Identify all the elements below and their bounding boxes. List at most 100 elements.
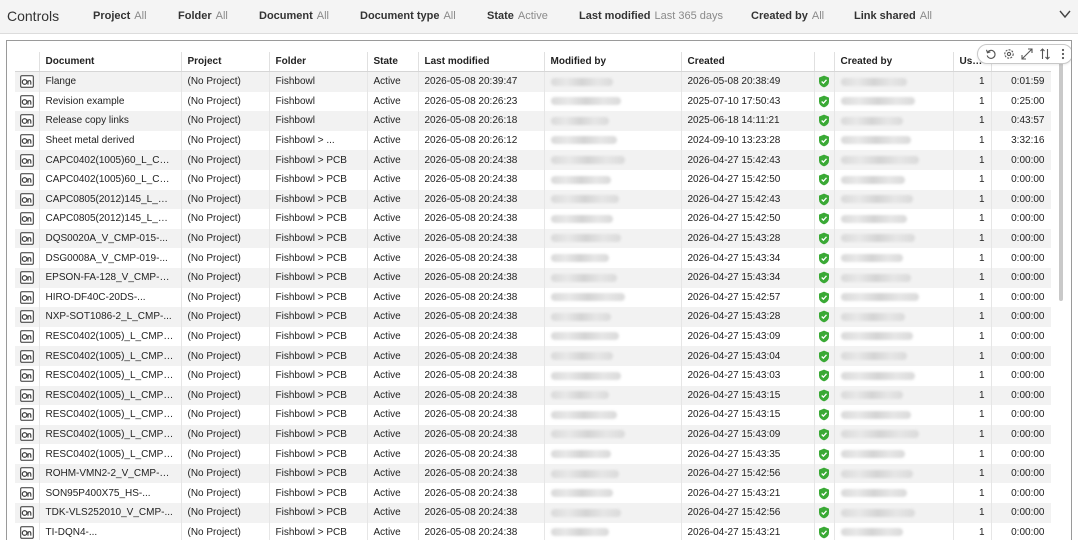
onshape-document-icon [19,212,34,226]
cell-document[interactable]: ROHM-VMN2-2_V_CMP-00... [39,463,182,484]
cell-last-modified: 2026-05-08 20:24:38 [418,522,545,540]
reset-icon[interactable] [984,47,998,61]
cell-modified-by [544,71,682,92]
cell-document[interactable]: NXP-SOT1086-2_L_CMP-... [39,307,182,327]
cell-modified-by [544,169,682,190]
filter-document[interactable]: Document All [259,10,329,22]
table-row[interactable]: RESC0402(1005)_L_CMP-... (No Project) Fish… [15,346,1051,366]
chevron-down-icon[interactable] [1058,7,1072,21]
table-row[interactable]: EPSON-FA-128_V_CMP-00... (No Project) Fish… [15,267,1051,288]
table-row[interactable]: Release copy links (No Project) Fishbowl Ac… [15,111,1051,131]
cell-project: (No Project) [181,248,270,268]
cell-document[interactable]: SON95P400X75_HS-... [39,483,182,504]
table-row[interactable]: ROHM-VMN2-2_V_CMP-00... (No Project) Fishb… [15,463,1051,484]
table-row[interactable]: Flange (No Project) Fishbowl Active 2026-05-… [15,71,1051,92]
col-header-state[interactable]: State [367,52,419,72]
sort-icon[interactable] [1038,47,1052,61]
cell-last-modified: 2026-05-08 20:26:18 [418,111,545,131]
cell-document[interactable]: CAPC0402(1005)60_L_CMP... [39,150,182,170]
col-header-document[interactable]: Document [39,52,182,72]
cell-document[interactable]: RESC0402(1005)_L_CMP-... [39,385,182,406]
table-row[interactable]: TI-DQN4-... (No Project) Fishbowl > PCB Act… [15,522,1051,540]
cell-document[interactable]: Sheet metal derived [39,130,182,151]
cell-document[interactable]: EPSON-FA-128_V_CMP-00... [39,267,182,288]
table-row[interactable]: RESC0402(1005)_L_CMP-... (No Project) Fish… [15,365,1051,386]
cell-last-modified: 2026-05-08 20:24:38 [418,209,545,229]
cell-folder: Fishbowl > PCB [269,267,368,288]
cell-last-modified: 2026-05-08 20:26:23 [418,91,545,112]
cell-document[interactable]: CAPC0402(1005)60_L_CMP... [39,169,182,190]
filter-last-modified[interactable]: Last modified Last 365 days [579,10,723,22]
table-row[interactable]: DSG0008A_V_CMP-019-... (No Project) Fishbo… [15,248,1051,268]
col-header-created-by[interactable]: Created by [834,52,954,72]
cell-document[interactable]: DQS0020A_V_CMP-015-... [39,228,182,249]
cell-document[interactable]: Release copy links [39,111,182,131]
table-row[interactable]: CAPC0805(2012)145_L_CM... (No Project) Fis… [15,189,1051,210]
table-row[interactable]: RESC0402(1005)_L_CMP-... (No Project) Fish… [15,444,1051,464]
cell-document[interactable]: TI-DQN4-... [39,522,182,540]
table-row[interactable]: SON95P400X75_HS-... (No Project) Fishbowl … [15,483,1051,504]
table-row[interactable]: Revision example (No Project) Fishbowl Acti… [15,91,1051,112]
table-row[interactable]: CAPC0402(1005)60_L_CMP... (No Project) Fis… [15,169,1051,190]
settings-icon[interactable] [1002,47,1016,61]
table-row[interactable]: RESC0402(1005)_L_CMP-... (No Project) Fish… [15,405,1051,425]
cell-document[interactable]: HIRO-DF40C-20DS-... [39,287,182,308]
filter-label: State [487,10,514,22]
table-row[interactable]: DQS0020A_V_CMP-015-... (No Project) Fishbo… [15,228,1051,249]
green-shield-icon [819,95,829,108]
cell-last-modified: 2026-05-08 20:24:38 [418,483,545,504]
filter-folder[interactable]: Folder All [178,10,228,22]
cell-project: (No Project) [181,522,270,540]
cell-folder: Fishbowl > PCB [269,189,368,210]
cell-document[interactable]: RESC0402(1005)_L_CMP-... [39,326,182,347]
cell-document[interactable]: DSG0008A_V_CMP-019-... [39,248,182,268]
col-header-last-modified[interactable]: Last modified [418,52,545,72]
cell-document[interactable]: RESC0402(1005)_L_CMP-... [39,365,182,386]
filter-document-type[interactable]: Document type All [360,10,456,22]
table-row[interactable]: HIRO-DF40C-20DS-... (No Project) Fishbowl … [15,287,1051,308]
cell-document[interactable]: CAPC0805(2012)145_L_CM... [39,189,182,210]
cell-document[interactable]: CAPC0805(2012)145_L_CM... [39,209,182,229]
cell-project: (No Project) [181,326,270,347]
cell-modified-by [544,287,682,308]
cell-modified-by [544,444,682,464]
cell-state: Active [367,503,419,523]
expand-icon[interactable] [1020,47,1034,61]
vertical-scrollbar[interactable] [1059,51,1063,301]
more-icon[interactable] [1056,47,1070,61]
table-row[interactable]: CAPC0805(2012)145_L_CM... (No Project) Fis… [15,209,1051,229]
col-header-modified-by[interactable]: Modified by [544,52,682,72]
col-header-folder[interactable]: Folder [269,52,368,72]
table-row[interactable]: RESC0402(1005)_L_CMP-... (No Project) Fish… [15,326,1051,347]
filter-link-shared[interactable]: Link shared All [854,10,932,22]
cell-use: 1 [953,365,992,386]
green-shield-icon [819,271,829,284]
filter-project[interactable]: Project All [93,10,147,22]
document-icon-cell [15,130,40,151]
table-row[interactable]: CAPC0402(1005)60_L_CMP... (No Project) Fis… [15,150,1051,170]
table-row[interactable]: TDK-VLS252010_V_CMP-... (No Project) Fishb… [15,503,1051,523]
cell-last-modified: 2026-05-08 20:39:47 [418,71,545,92]
redacted-user [840,195,913,204]
cell-document[interactable]: TDK-VLS252010_V_CMP-... [39,503,182,523]
table-row[interactable]: RESC0402(1005)_L_CMP-... (No Project) Fish… [15,424,1051,445]
cell-document[interactable]: RESC0402(1005)_L_CMP-... [39,405,182,425]
cell-document[interactable]: RESC0402(1005)_L_CMP-... [39,424,182,445]
onshape-document-icon [19,232,34,245]
cell-folder: Fishbowl > PCB [269,365,368,386]
col-header-project[interactable]: Project [181,52,270,72]
table-row[interactable]: NXP-SOT1086-2_L_CMP-... (No Project) Fishb… [15,307,1051,327]
shield-cell [814,503,835,523]
cell-document[interactable]: RESC0402(1005)_L_CMP-... [39,346,182,366]
cell-document[interactable]: Revision example [39,91,182,112]
cell-document[interactable]: Flange [39,71,182,92]
col-header-created[interactable]: Created [681,52,815,72]
cell-document[interactable]: RESC0402(1005)_L_CMP-... [39,444,182,464]
cell-created-by [834,522,954,540]
redacted-user [550,410,617,419]
table-row[interactable]: Sheet metal derived (No Project) Fishbowl … [15,130,1051,151]
redacted-user [840,254,903,262]
filter-state[interactable]: State Active [487,10,548,22]
filter-created-by[interactable]: Created by All [751,10,824,22]
table-row[interactable]: RESC0402(1005)_L_CMP-... (No Project) Fish… [15,385,1051,406]
